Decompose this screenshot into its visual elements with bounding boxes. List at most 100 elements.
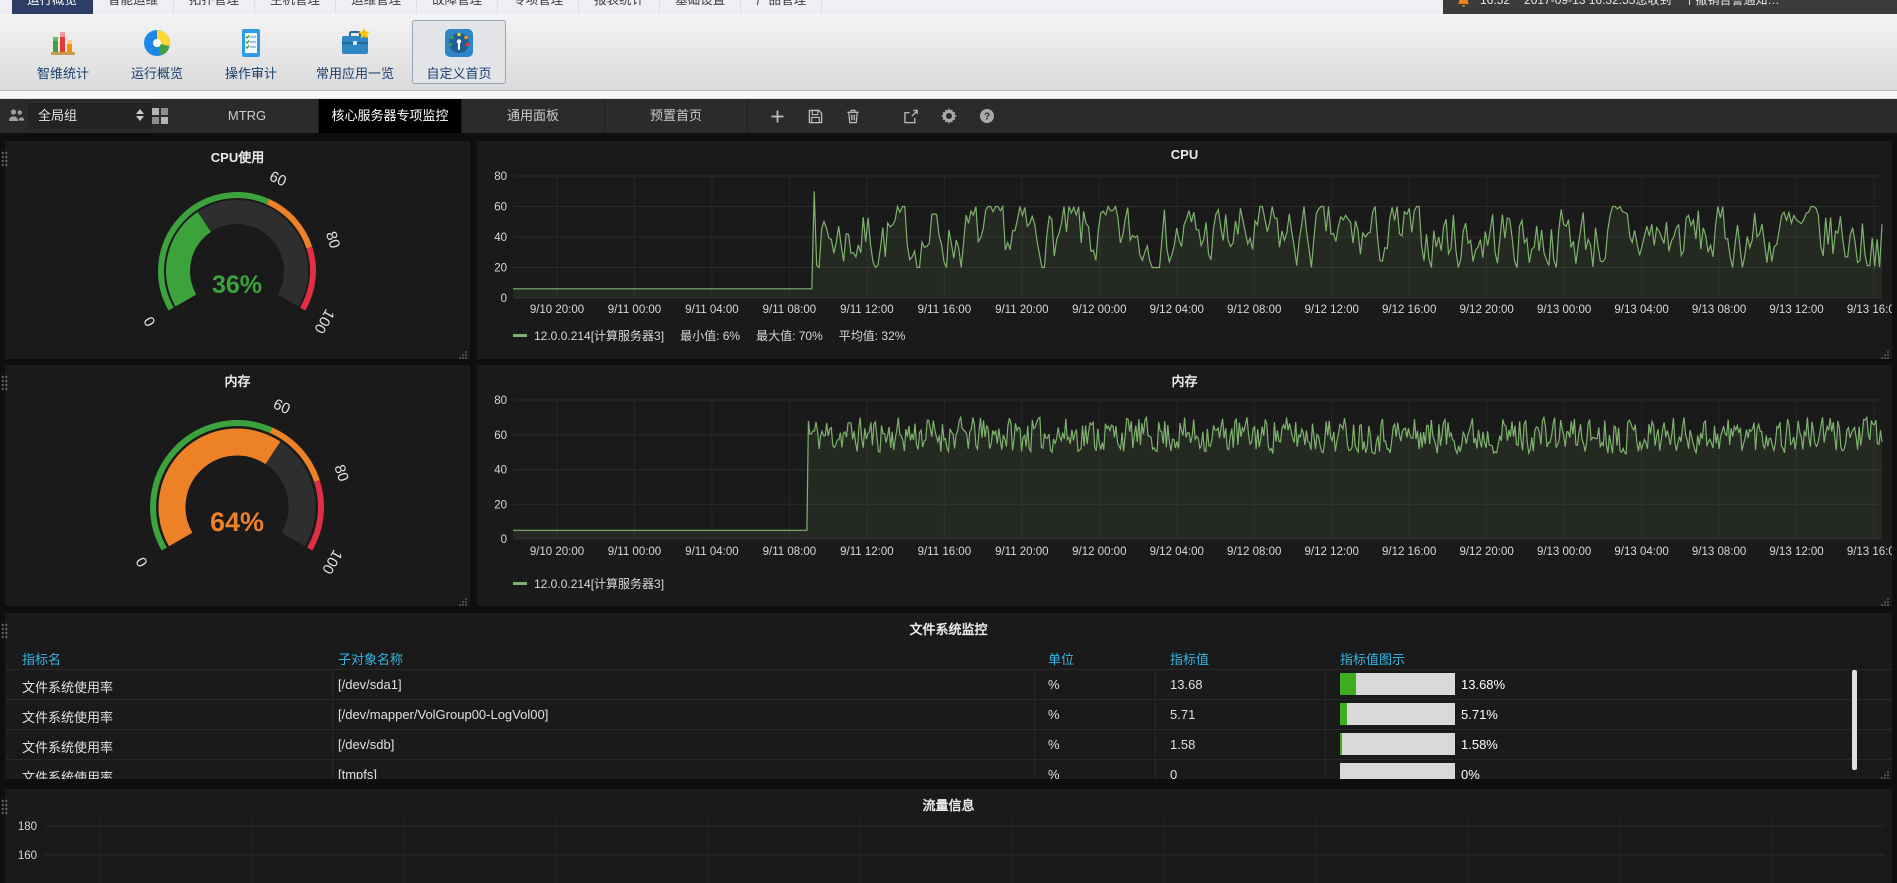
panel-title[interactable]: CPU [477,147,1892,162]
value-bar-fill [1340,703,1347,725]
group-users-icon-svg [8,108,25,123]
grid-view-icon[interactable] [152,108,168,127]
menu-item-4[interactable]: 主机管理 [255,0,336,14]
toolbar-item-2[interactable]: 运行概览 [110,20,204,84]
svg-text:9/12 12:00: 9/12 12:00 [1305,546,1359,558]
table-scrollbar[interactable] [1852,670,1857,770]
table-cell: 文件系统使用率 [22,677,113,696]
grid-view-icon-svg [152,108,168,124]
bar-stats-icon [47,27,79,59]
panel-title[interactable]: CPU使用 [5,147,470,166]
menu-item-7[interactable]: 专项管理 [498,0,579,14]
table-header-2[interactable]: 子对象名称 [338,649,403,668]
sort-down-triangle [136,116,144,121]
svg-text:?: ? [984,112,990,123]
table-cell: 文件系统使用率 [22,767,113,779]
menu-item-3[interactable]: 拓扑管理 [174,0,255,14]
save-icon [808,109,823,124]
resize-grip[interactable] [458,594,468,604]
settings-button[interactable] [941,108,957,124]
dashboard-area: CPU使用 0608010036% CPU 0204060809/10 20:0… [0,133,1897,883]
resize-grip[interactable] [1880,347,1890,357]
toolbar-item-4[interactable]: 常用应用一览 [298,20,412,84]
group-select[interactable]: 全局组 [28,103,152,129]
panel-title[interactable]: 流量信息 [5,795,1892,814]
svg-text:9/11 12:00: 9/11 12:00 [840,546,894,558]
table-cell: % [1048,677,1060,692]
svg-text:60: 60 [494,430,507,442]
column-divider [1034,669,1035,779]
bell-icon [1457,0,1470,8]
resize-grip[interactable] [1880,594,1890,604]
tab-1[interactable]: MTRG [176,99,319,133]
dashboard-tab-bar: 全局组 MTRG核心服务器专项监控通用面板预置首页 ? [0,99,1897,133]
menu-item-10[interactable]: 产品管理 [741,0,822,14]
svg-text:40: 40 [494,465,507,477]
value-bar-fill [1340,673,1356,695]
menu-item-1[interactable]: 运行概览 [12,0,93,14]
table-cell: [/dev/sdb] [338,737,394,752]
toolbar-item-label: 常用应用一览 [316,63,394,82]
svg-text:9/13 16:00: 9/13 16:00 [1847,304,1892,316]
resize-grip[interactable] [1880,767,1890,777]
menu-item-6[interactable]: 故障管理 [417,0,498,14]
svg-text:64%: 64% [210,507,264,537]
panel-title[interactable]: 内存 [5,371,470,390]
table-header-1[interactable]: 指标名 [22,649,61,668]
select-updown-icon [136,109,144,121]
tab-4[interactable]: 预置首页 [605,99,748,133]
tab-3[interactable]: 通用面板 [462,99,605,133]
table-header-3[interactable]: 单位 [1048,649,1074,668]
add-button[interactable] [769,108,785,124]
svg-text:0: 0 [133,554,152,570]
legend-max: 最大值: 70% [756,327,823,344]
svg-text:60: 60 [494,202,507,214]
svg-text:9/13 00:00: 9/13 00:00 [1537,546,1591,558]
resize-grip[interactable] [458,347,468,357]
svg-text:9/13 04:00: 9/13 04:00 [1614,304,1668,316]
svg-text:9/13 12:00: 9/13 12:00 [1769,304,1823,316]
menu-item-5[interactable]: 运维管理 [336,0,417,14]
table-header-4[interactable]: 指标值 [1170,649,1209,668]
panel-title[interactable]: 内存 [477,371,1892,390]
legend-series-name[interactable]: 12.0.0.214[计算服务器3] [534,327,664,344]
value-bar [1340,763,1455,779]
table-cell: 0 [1170,767,1177,779]
help-button[interactable]: ? [979,108,995,124]
table-header-5[interactable]: 指标值图示 [1340,649,1405,668]
notification-text: 2017-09-13 16:32:55您收到一个撤销告警通知… [1524,0,1779,14]
tab-2[interactable]: 核心服务器专项监控 [319,99,462,133]
panel-title[interactable]: 文件系统监控 [5,619,1892,638]
panel-cpu-gauge: CPU使用 0608010036% [5,141,470,359]
toolbar-item-3[interactable]: 操作审计 [204,20,298,84]
audit-doc-icon [235,27,267,59]
open-external-button[interactable] [903,108,919,124]
panel-cpu-chart: CPU 0204060809/10 20:009/11 00:009/11 04… [477,141,1892,359]
dashboard-actions: ? [769,99,995,133]
table-cell: % [1048,707,1060,722]
toolbar-item-label: 智维统计 [37,63,89,82]
toolbar-item-5[interactable]: 自定义首页 [412,20,506,84]
svg-text:9/12 00:00: 9/12 00:00 [1072,304,1126,316]
notification-bar[interactable]: 16:52 2017-09-13 16:32:55您收到一个撤销告警通知… [1443,0,1897,14]
menu-item-9[interactable]: 基础设置 [660,0,741,14]
svg-text:9/12 16:00: 9/12 16:00 [1382,546,1436,558]
table-cell: 1.58 [1170,737,1195,752]
header-divider [5,669,1892,670]
table-cell: [/dev/sda1] [338,677,402,692]
resize-grip-dots [458,597,468,607]
delete-button[interactable] [845,108,861,124]
menu-item-2[interactable]: 智能运维 [93,0,174,14]
toolbar-item-1[interactable]: 智维统计 [16,20,110,84]
legend-series-name[interactable]: 12.0.0.214[计算服务器3] [534,575,664,592]
svg-text:9/11 04:00: 9/11 04:00 [685,304,739,316]
resize-grip-dots [458,350,468,360]
menu-item-8[interactable]: 报表统计 [579,0,660,14]
mem-chart-legend: 12.0.0.214[计算服务器3] [513,575,664,592]
column-divider [332,669,333,779]
save-button[interactable] [807,108,823,124]
gear-icon [941,108,957,124]
svg-text:9/13 12:00: 9/13 12:00 [1769,546,1823,558]
row-divider [5,729,1892,730]
svg-text:9/11 00:00: 9/11 00:00 [608,546,662,558]
